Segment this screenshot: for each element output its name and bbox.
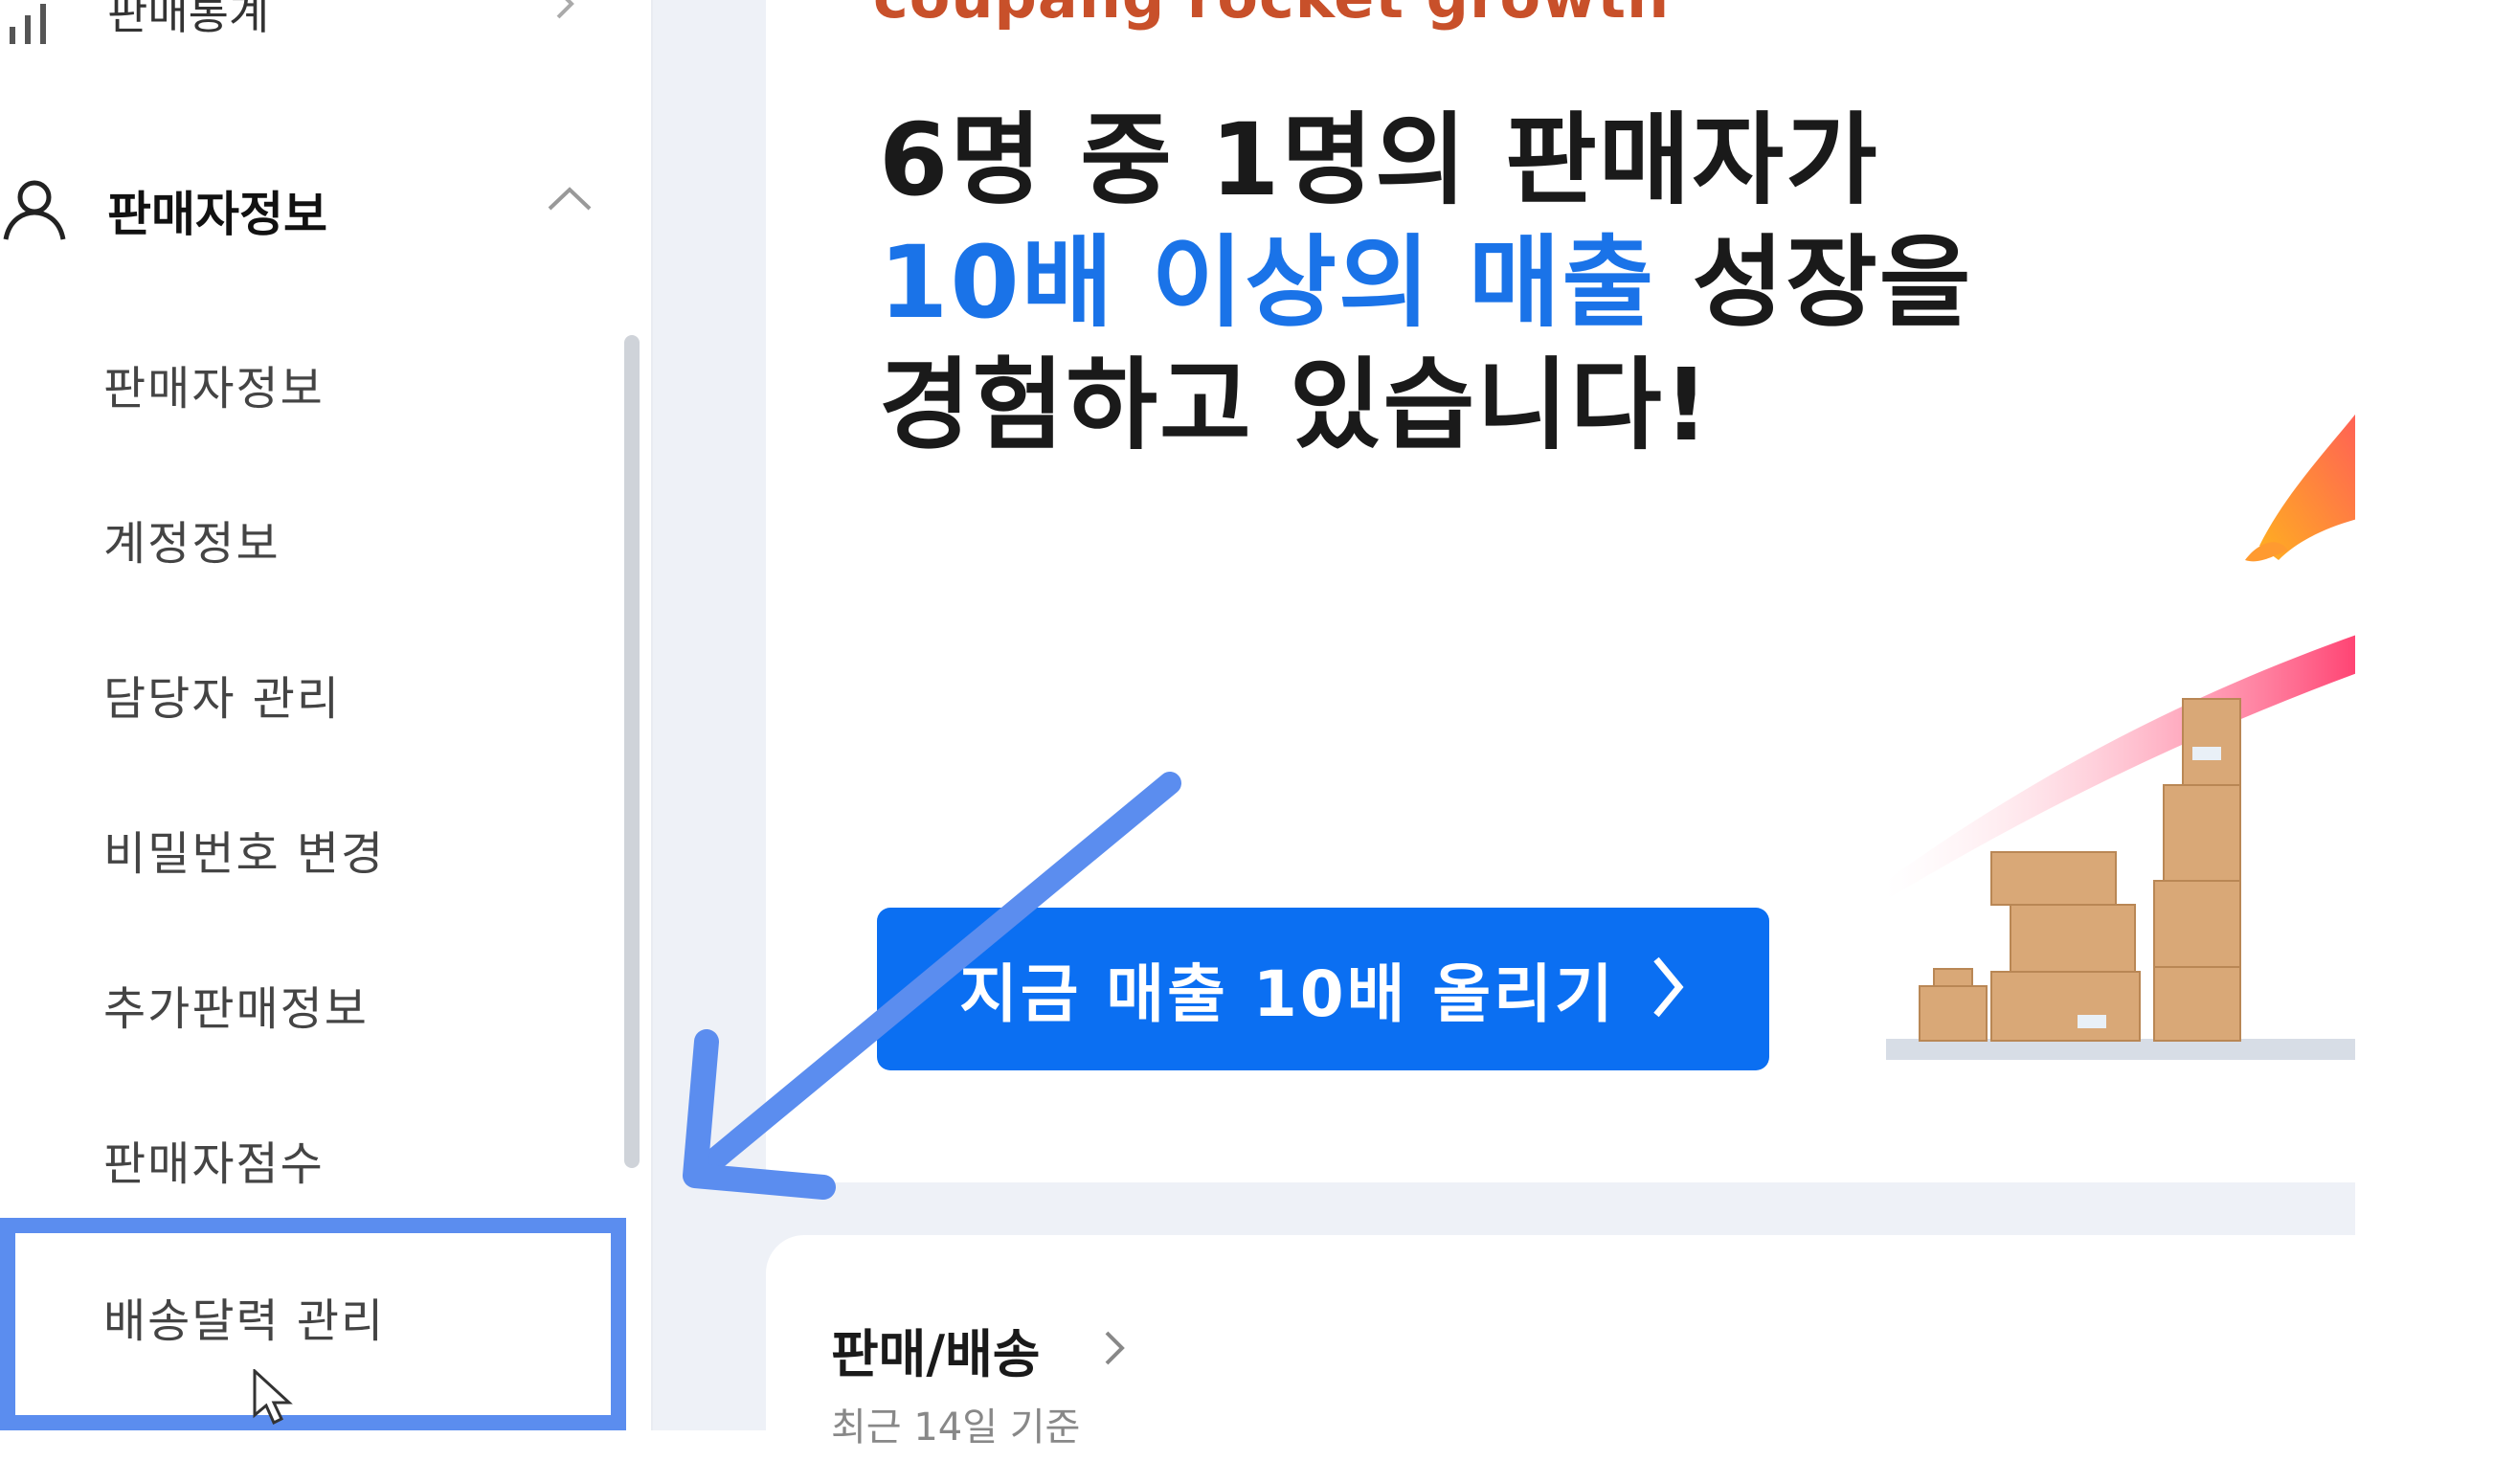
card-subtitle: 최근 14일 기준 [831, 1405, 1081, 1450]
sidebar-section-label: 판매자정보 [107, 187, 327, 242]
sidebar: 판매통계 판매자정보 판매자정보 계정정보 담당자 관리 비밀번호 변경 추가판… [0, 0, 653, 1430]
sidebar-scrollbar[interactable] [624, 335, 640, 1168]
sidebar-subitem-manager[interactable]: 담당자 관리 [103, 661, 341, 728]
rocket-icon [2245, 414, 2355, 562]
sidebar-item-label: 판매통계 [107, 0, 270, 39]
chevron-right-icon [1649, 954, 1687, 1024]
sidebar-section-seller-info[interactable]: 판매자정보 [0, 163, 613, 249]
bar-chart-icon [6, 0, 63, 50]
brand-logo: coupang rocket growth [873, 0, 1670, 32]
sidebar-item-sales-stats[interactable]: 판매통계 [0, 0, 613, 57]
sidebar-subitem-seller-info[interactable]: 판매자정보 [103, 350, 325, 417]
sidebar-subitem-extra-sales-info[interactable]: 추가판매정보 [103, 971, 369, 1038]
banner-headline-line3: 경험하고 있습니다! [879, 347, 1712, 463]
card-title[interactable]: 판매/배송 [831, 1312, 1040, 1387]
growth-illustration [1867, 383, 2355, 1082]
sidebar-subitem-change-password[interactable]: 비밀번호 변경 [103, 816, 385, 883]
sidebar-subitem-seller-score[interactable]: 판매자점수 [103, 1126, 325, 1193]
page-margin [2355, 0, 2516, 1430]
chevron-right-icon [550, 0, 579, 27]
cta-label: 지금 매출 10배 올리기 [959, 957, 1616, 1031]
mouse-cursor-icon [251, 1367, 295, 1430]
user-icon [0, 174, 69, 247]
highlight-box [0, 1218, 626, 1430]
sidebar-subitem-account-info[interactable]: 계정정보 [103, 506, 281, 573]
chevron-right-icon[interactable] [1101, 1327, 1128, 1373]
boost-sales-button[interactable]: 지금 매출 10배 올리기 [877, 908, 1769, 1070]
chevron-up-icon [546, 184, 594, 216]
